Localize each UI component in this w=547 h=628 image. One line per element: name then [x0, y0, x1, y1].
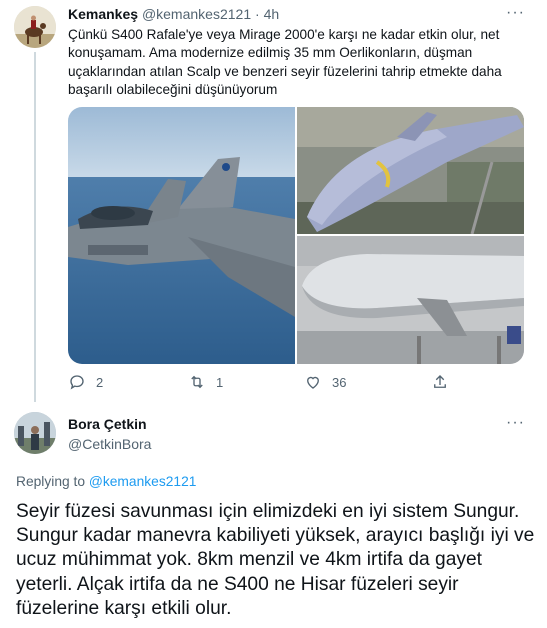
- replying-to: Replying to @kemankes2121: [16, 474, 196, 489]
- reply-button[interactable]: 2: [68, 373, 103, 391]
- reply-icon: [70, 375, 84, 390]
- replying-prefix: Replying to: [16, 474, 89, 489]
- parent-tweet[interactable]: Kemankeş @kemankes2121 · 4h ··· Çünkü S4…: [0, 0, 547, 402]
- share-icon: [434, 375, 446, 388]
- like-button[interactable]: 36: [304, 373, 346, 391]
- avatar[interactable]: [14, 6, 56, 48]
- author-name[interactable]: Bora Çetkin: [68, 416, 147, 432]
- tweet-header: Kemankeş @kemankes2121 · 4h: [68, 6, 279, 22]
- thread-line: [34, 52, 36, 402]
- replying-to-link[interactable]: @kemankes2121: [89, 474, 197, 489]
- media-grid: [68, 107, 524, 364]
- more-horizontal-icon[interactable]: ···: [506, 414, 525, 432]
- author-handle[interactable]: @CetkinBora: [68, 436, 151, 452]
- tweet-text: Çünkü S400 Rafale'ye veya Mirage 2000'e …: [68, 27, 502, 98]
- rafale-jet-photo[interactable]: [68, 107, 295, 364]
- timestamp[interactable]: 4h: [264, 6, 280, 22]
- share-button[interactable]: [431, 373, 449, 391]
- author-name[interactable]: Kemankeş: [68, 6, 138, 22]
- reply-text: Seyir füzesi savunması için elimizdeki e…: [16, 501, 535, 619]
- like-count: 36: [332, 374, 347, 390]
- tweet-actions: 2 1 36: [68, 373, 448, 395]
- retweet-count: 1: [216, 374, 224, 390]
- separator: ·: [255, 6, 260, 22]
- more-horizontal-icon[interactable]: ···: [506, 4, 525, 22]
- cruise-missile-closeup-photo[interactable]: [297, 236, 524, 364]
- reply-count: 2: [96, 374, 104, 390]
- scalp-missile-display-photo[interactable]: [297, 107, 524, 235]
- heart-icon: [307, 376, 319, 389]
- avatar[interactable]: [14, 412, 56, 454]
- author-handle[interactable]: @kemankes2121: [142, 6, 251, 22]
- retweet-button[interactable]: 1: [188, 373, 223, 391]
- retweet-icon: [191, 375, 203, 389]
